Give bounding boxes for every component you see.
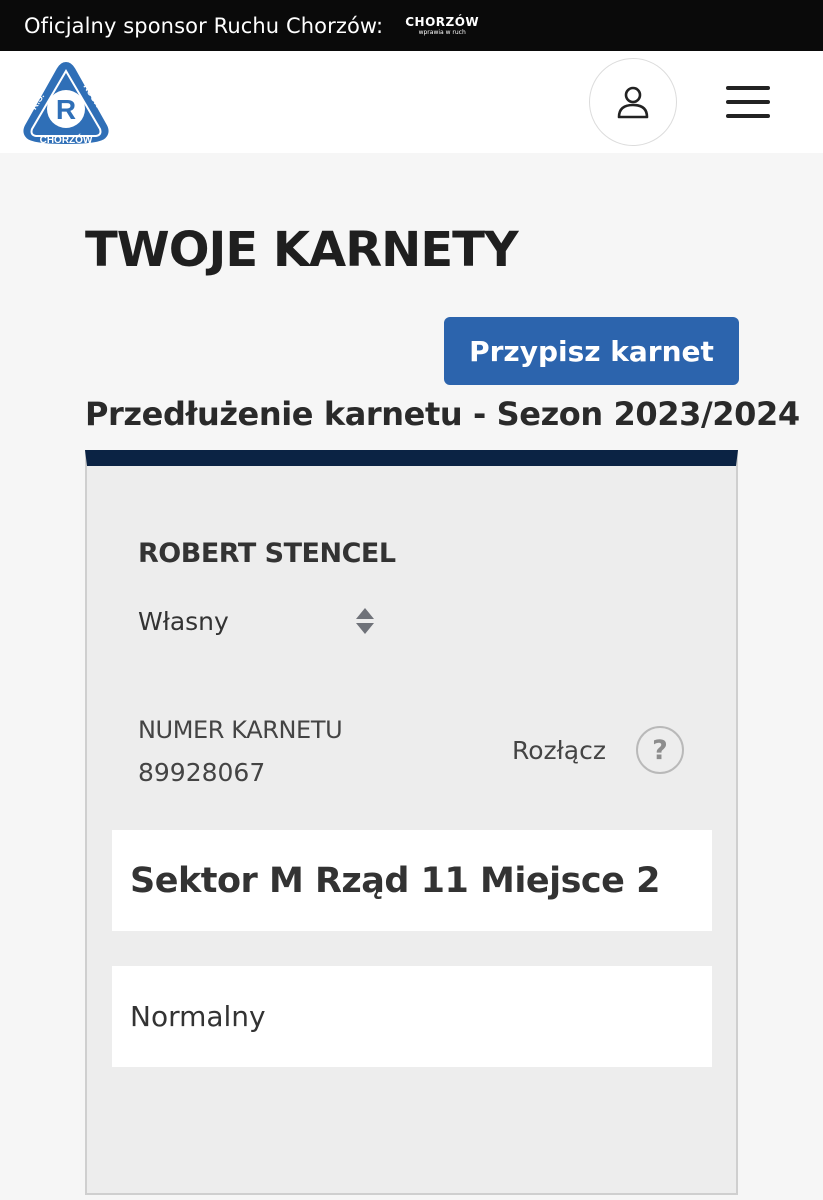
sponsor-logo-main: CHORZÓW: [405, 14, 480, 29]
site-header: R K.S. RUCH CHORZÓW: [0, 51, 823, 153]
select-arrows-icon: [356, 608, 374, 634]
sponsor-text: Oficjalny sponsor Ruchu Chorzów:: [24, 13, 384, 38]
sponsor-logo[interactable]: CHORZÓW wprawia w ruch: [405, 16, 479, 36]
owner-type-select[interactable]: Własny: [138, 601, 378, 641]
disconnect-link[interactable]: Rozłącz: [512, 736, 606, 765]
page-title: TWOJE KARNETY: [85, 222, 519, 278]
user-icon: [617, 86, 649, 119]
club-logo-bottom-text: CHORZÓW: [40, 133, 93, 146]
help-icon[interactable]: ?: [636, 726, 684, 774]
sponsor-bar: Oficjalny sponsor Ruchu Chorzów: CHORZÓW…: [0, 0, 823, 51]
seat-info: Sektor M Rząd 11 Miejsce 2: [112, 830, 712, 931]
club-logo-letter: R: [56, 94, 76, 125]
section-heading: Przedłużenie karnetu - Sezon 2023/2024: [85, 395, 800, 433]
pass-number-label: NUMER KARNETU: [138, 716, 343, 744]
pass-number-value: 89928067: [138, 758, 266, 787]
assign-pass-button[interactable]: Przypisz karnet: [444, 317, 739, 385]
user-account-button[interactable]: [589, 58, 677, 146]
hamburger-menu-icon-bar: [726, 100, 770, 104]
sponsor-logo-sub: wprawia w ruch: [418, 28, 466, 36]
hamburger-menu-icon-bar: [726, 114, 770, 118]
season-pass-card: ROBERT STENCEL Własny NUMER KARNETU 8992…: [85, 450, 738, 1195]
hamburger-menu-icon: [726, 86, 770, 90]
club-logo[interactable]: R K.S. RUCH CHORZÓW: [20, 57, 112, 149]
ticket-type: Normalny: [112, 966, 712, 1067]
hamburger-menu-button[interactable]: [724, 82, 772, 122]
holder-name: ROBERT STENCEL: [138, 538, 396, 569]
owner-type-value: Własny: [138, 606, 229, 636]
